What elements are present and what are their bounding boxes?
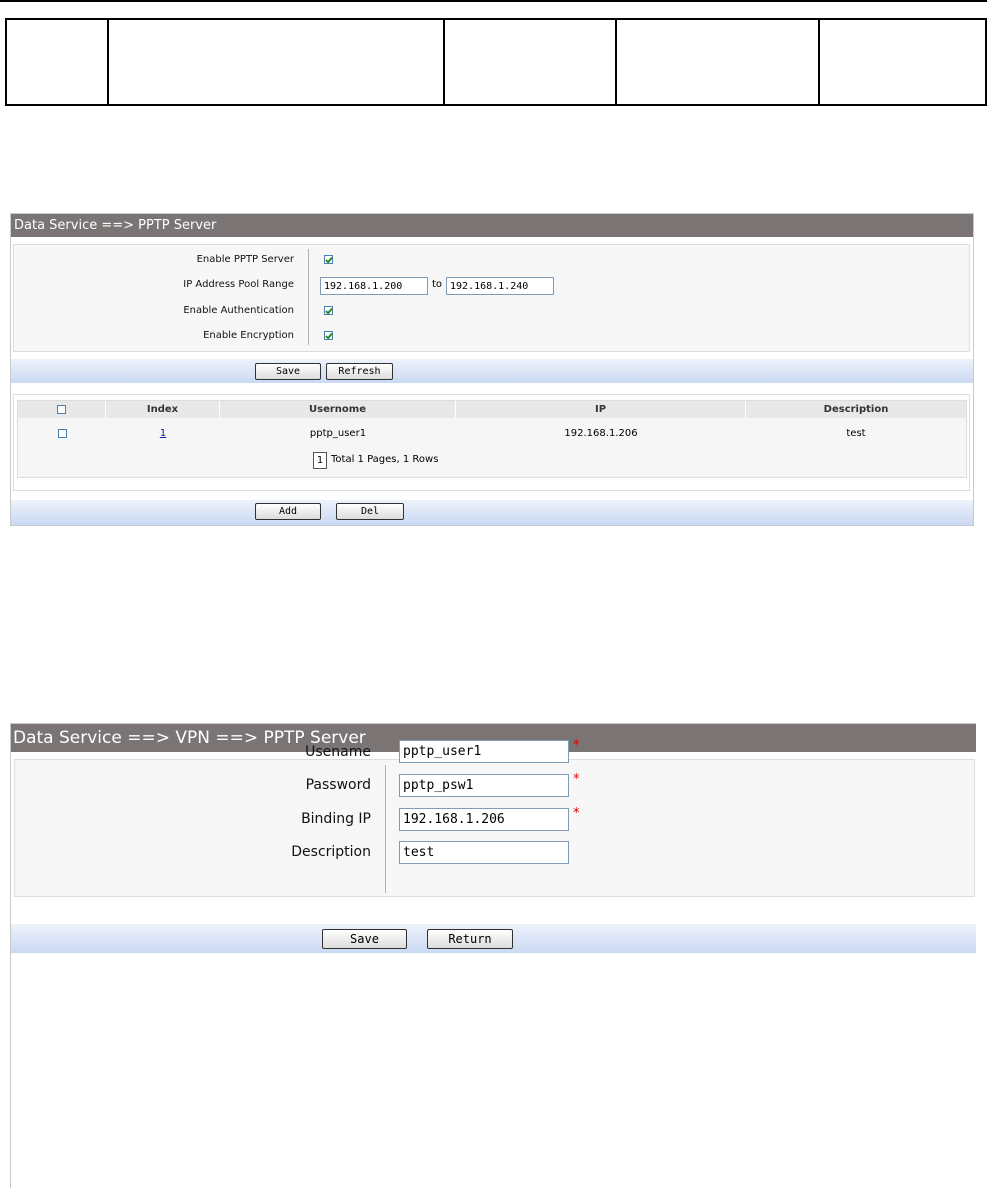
binding-ip-label: Binding IP <box>301 811 371 827</box>
password-required-mark: * <box>573 772 580 787</box>
pagination-text: Total 1 Pages, 1 Rows <box>331 454 439 465</box>
header-username[interactable]: Usernome <box>220 401 456 418</box>
description-input[interactable]: test <box>399 841 569 864</box>
ip-pool-end-input[interactable]: 192.168.1.240 <box>446 277 554 295</box>
top-rule <box>0 0 987 2</box>
ip-pool-label: IP Address Pool Range <box>183 279 294 290</box>
ip-pool-start-input[interactable]: 192.168.1.200 <box>320 277 428 295</box>
description-label: Description <box>291 844 371 860</box>
row-username: pptp_user1 <box>309 427 367 439</box>
select-all-cell <box>18 401 106 418</box>
username-input[interactable]: pptp_user1 <box>399 740 569 763</box>
to-label: to <box>432 279 443 290</box>
header-description[interactable]: Description <box>746 401 966 418</box>
header-index[interactable]: Index <box>106 401 220 418</box>
table-row: 1 pptp_user1 192.168.1.206 test <box>18 424 966 442</box>
enable-auth-label: Enable Authentication <box>183 305 294 316</box>
binding-ip-input[interactable]: 192.168.1.206 <box>399 808 569 831</box>
doc-table-cell <box>445 20 617 104</box>
doc-table-cell <box>617 20 820 104</box>
enable-encryption-checkbox[interactable] <box>324 331 333 340</box>
del-button[interactable]: Del <box>336 503 404 520</box>
select-all-checkbox[interactable] <box>57 405 66 414</box>
settings-button-bar <box>11 359 973 383</box>
row-index-link[interactable]: 1 <box>160 428 166 439</box>
pptp-server-panel: Data Service ==> PPTP Server Enable PPTP… <box>10 213 974 526</box>
doc-table-cell <box>820 20 985 104</box>
enable-encryption-label: Enable Encryption <box>203 330 294 341</box>
panel-title: Data Service ==> PPTP Server <box>11 214 973 237</box>
grid-header: Index Usernome IP Description <box>18 401 966 418</box>
save-button[interactable]: Save <box>255 363 321 380</box>
row-description: test <box>846 427 866 439</box>
document-table <box>5 18 987 106</box>
return-button[interactable]: Return <box>427 929 513 949</box>
settings-divider <box>308 249 309 345</box>
doc-table-cell <box>7 20 109 104</box>
add-button[interactable]: Add <box>255 503 321 520</box>
page-number-button[interactable]: 1 <box>313 452 327 469</box>
row-ip: 192.168.1.206 <box>564 427 638 439</box>
password-label: Password <box>305 777 371 793</box>
username-required-mark: * <box>573 738 580 753</box>
row-select-cell <box>18 424 106 442</box>
vpn-user-panel: Data Service ==> VPN ==> PPTP Server Use… <box>10 723 976 1188</box>
list-button-bar <box>11 500 973 525</box>
header-ip[interactable]: IP <box>456 401 746 418</box>
username-label: Usename <box>305 744 371 760</box>
doc-table-cell <box>109 20 445 104</box>
refresh-button[interactable]: Refresh <box>326 363 393 380</box>
form-save-button[interactable]: Save <box>322 929 407 949</box>
enable-pptp-checkbox[interactable] <box>324 255 333 264</box>
enable-auth-checkbox[interactable] <box>324 306 333 315</box>
enable-pptp-label: Enable PPTP Server <box>196 254 294 265</box>
row-index-cell: 1 <box>106 424 220 442</box>
binding-ip-required-mark: * <box>573 806 580 821</box>
row-checkbox[interactable] <box>57 428 67 438</box>
form-divider <box>385 765 386 893</box>
password-input[interactable]: pptp_psw1 <box>399 774 569 797</box>
